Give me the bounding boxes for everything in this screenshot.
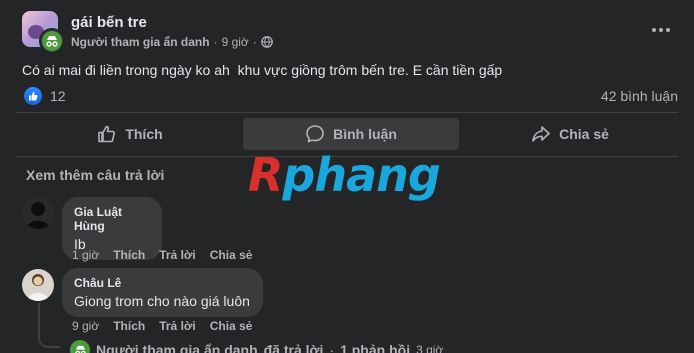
more-options-button[interactable] xyxy=(647,20,675,40)
comment-button-label: Bình luận xyxy=(333,126,397,142)
post-meta: Người tham gia ẩn danh · 9 giờ · xyxy=(71,35,273,49)
watermark-logo: Rphang xyxy=(248,148,441,202)
view-replies-link[interactable]: Người tham gia ẩn danh đã trả lời · 1 ph… xyxy=(70,340,443,353)
meta-separator: · xyxy=(213,35,218,49)
reply-separator: · xyxy=(329,342,335,353)
commenter-name[interactable]: Châu Lê xyxy=(74,276,251,290)
comment-reply-button[interactable]: Trả lời xyxy=(159,248,196,262)
comment-reply-button[interactable]: Trả lời xyxy=(159,319,196,333)
comment-share-button[interactable]: Chia sẻ xyxy=(210,319,253,333)
post-card: gái bến tre Người tham gia ẩn danh · 9 g… xyxy=(0,0,694,353)
see-more-replies-link[interactable]: Xem thêm câu trả lời xyxy=(26,167,164,183)
thread-connector xyxy=(38,330,60,348)
share-arrow-icon xyxy=(532,126,550,142)
like-button-label: Thích xyxy=(125,126,163,142)
incognito-icon xyxy=(74,345,86,353)
commenter-avatar[interactable] xyxy=(22,197,54,229)
thread-line xyxy=(38,303,40,331)
comment-bubble-icon xyxy=(306,125,324,143)
anonymous-avatar xyxy=(70,340,90,353)
comment-count-link[interactable]: 42 bình luận xyxy=(601,88,678,104)
like-button[interactable]: Thích xyxy=(22,118,238,150)
comment-like-button[interactable]: Thích xyxy=(113,319,145,333)
comment-time[interactable]: 9 giờ xyxy=(72,319,99,333)
watermark-first-letter: R xyxy=(248,148,283,202)
share-button-label: Chia sẻ xyxy=(559,126,609,142)
globe-icon xyxy=(260,36,273,48)
commenter-name[interactable]: Gia Luật Hùng xyxy=(74,205,150,233)
author-name[interactable]: Người tham gia ẩn danh xyxy=(71,35,210,49)
more-dot-icon xyxy=(652,28,656,32)
anonymous-avatar xyxy=(39,28,65,54)
reply-actor: Người tham gia ẩn danh xyxy=(96,342,258,353)
comment-share-button[interactable]: Chia sẻ xyxy=(210,248,253,262)
comment-actions: 1 giờ Thích Trả lời Chia sẻ xyxy=(72,248,266,262)
comment-like-button[interactable]: Thích xyxy=(113,248,145,262)
more-dot-icon xyxy=(659,28,663,32)
commenter-avatar[interactable] xyxy=(22,269,54,301)
comment-bubble: Châu Lê Giong trom cho nào giá luôn xyxy=(62,268,263,317)
share-button[interactable]: Chia sẻ xyxy=(464,118,676,150)
like-count: 12 xyxy=(50,88,66,104)
comment-actions: 9 giờ Thích Trả lời Chia sẻ xyxy=(72,319,266,333)
meta-separator: · xyxy=(252,35,257,49)
incognito-icon xyxy=(46,36,58,47)
thumbs-up-icon xyxy=(98,125,116,143)
post-time[interactable]: 9 giờ xyxy=(222,35,249,49)
reply-count: 1 phản hồi xyxy=(340,342,411,353)
reply-time: 3 giờ xyxy=(416,343,444,353)
watermark-rest: phang xyxy=(282,148,440,202)
reply-verb: đã trả lời xyxy=(263,342,324,353)
group-name-link[interactable]: gái bến tre xyxy=(71,14,147,31)
divider xyxy=(16,112,678,113)
like-reaction-icon xyxy=(24,87,42,105)
group-avatar-stack[interactable] xyxy=(22,11,65,54)
more-dot-icon xyxy=(666,28,670,32)
comment-text: Giong trom cho nào giá luôn xyxy=(74,293,250,309)
comment-time[interactable]: 1 giờ xyxy=(72,248,99,262)
post-body: Có ai mai đi liền trong ngày ko ah khu v… xyxy=(22,62,503,78)
comment-button[interactable]: Bình luận xyxy=(243,118,459,150)
reaction-summary[interactable]: 12 xyxy=(24,87,66,105)
